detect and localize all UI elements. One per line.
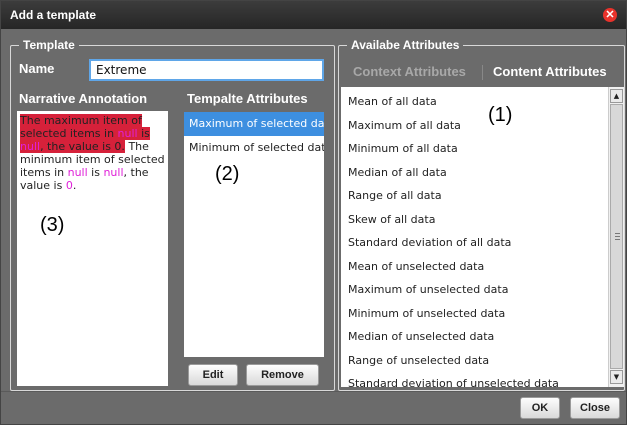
available-attribute-item[interactable]: Minimum of unselected data — [341, 302, 624, 326]
available-attributes-legend: Availabe Attributes — [351, 38, 460, 52]
grip-icon — [615, 233, 620, 240]
close-icon[interactable]: ✕ — [603, 8, 617, 22]
tab-divider — [482, 65, 483, 80]
tab-content-attributes[interactable]: Content Attributes — [493, 64, 607, 79]
annotation-text-fragment: is — [87, 166, 104, 179]
annotation-text-fragment: null — [67, 166, 88, 179]
annotation-text-fragment: is — [137, 127, 150, 140]
template-attribute-item[interactable]: Minimum of selected data — [184, 136, 324, 160]
name-input[interactable] — [89, 59, 324, 81]
available-attribute-item[interactable]: Standard deviation of unselected data — [341, 372, 624, 387]
narrative-annotation-heading: Narrative Annotation — [19, 91, 148, 106]
available-attributes-list[interactable]: Mean of all data Maximum of all data Min… — [341, 87, 624, 387]
available-attribute-item[interactable]: Standard deviation of all data — [341, 231, 624, 255]
available-list-scrollbar[interactable]: ▲ ▼ — [608, 87, 624, 387]
tab-context-attributes[interactable]: Context Attributes — [353, 64, 466, 79]
scroll-up-icon[interactable]: ▲ — [610, 89, 623, 103]
template-legend: Template — [23, 38, 75, 52]
edit-button[interactable]: Edit — [188, 364, 238, 386]
scroll-down-icon[interactable]: ▼ — [610, 370, 623, 384]
scrollbar-thumb[interactable] — [610, 104, 623, 369]
available-attribute-item[interactable]: Mean of all data — [341, 90, 624, 114]
callout-1: (1) — [488, 104, 513, 126]
annotation-text-fragment: null — [20, 140, 41, 153]
available-attribute-item[interactable]: Maximum of all data — [341, 114, 624, 138]
annotation-text-fragment: null — [103, 166, 124, 179]
available-attribute-item[interactable]: Range of unselected data — [341, 349, 624, 373]
callout-3: (3) — [40, 214, 65, 236]
available-attribute-item[interactable]: Median of all data — [341, 161, 624, 185]
available-attribute-item[interactable]: Maximum of unselected data — [341, 278, 624, 302]
annotation-text-fragment: null — [117, 127, 138, 140]
annotation-text-fragment: , the value is 0. — [40, 140, 125, 153]
name-label: Name — [19, 61, 55, 76]
available-attribute-item[interactable]: Skew of all data — [341, 208, 624, 232]
annotation-text-fragment: . — [72, 179, 77, 192]
remove-button[interactable]: Remove — [246, 364, 319, 386]
annotation-text-fragment: 0 — [65, 179, 73, 192]
narrative-annotation-box[interactable]: The maximum item of selected items in nu… — [17, 111, 168, 386]
available-attribute-item[interactable]: Mean of unselected data — [341, 255, 624, 279]
template-attributes-list[interactable]: Maximum of selected data Minimum of sele… — [184, 112, 324, 357]
add-template-dialog: Add a template ✕ Template Name Narrative… — [0, 0, 627, 425]
dialog-title: Add a template — [10, 8, 97, 22]
dialog-titlebar: Add a template ✕ — [1, 1, 626, 29]
template-attribute-item[interactable]: Maximum of selected data — [184, 112, 324, 136]
callout-2: (2) — [215, 163, 240, 185]
footer-divider — [1, 391, 626, 392]
available-attribute-item[interactable]: Minimum of all data — [341, 137, 624, 161]
template-attributes-heading: Tempalte Attributes — [187, 91, 308, 106]
available-attribute-item[interactable]: Range of all data — [341, 184, 624, 208]
close-button[interactable]: Close — [570, 397, 620, 419]
ok-button[interactable]: OK — [520, 397, 560, 419]
available-attribute-item[interactable]: Median of unselected data — [341, 325, 624, 349]
